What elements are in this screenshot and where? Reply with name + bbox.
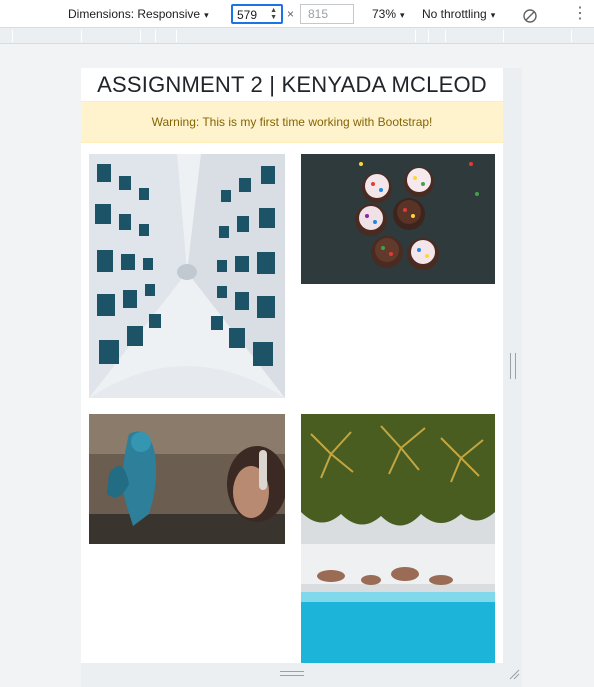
graffiti-photo — [89, 414, 285, 544]
beach-photo — [301, 414, 495, 663]
height-placeholder: 815 — [308, 7, 329, 21]
throttling-dropdown[interactable]: No throttling ▾ — [422, 0, 495, 28]
dimensions-caret-icon: ▾ — [204, 10, 209, 20]
warning-alert: Warning: This is my first time working w… — [81, 101, 503, 143]
height-input[interactable]: 815 — [300, 4, 354, 24]
media-query-ruler[interactable] — [0, 28, 594, 44]
width-value: 579 — [237, 8, 258, 22]
emulated-viewport: ASSIGNMENT 2 | KENYADA MCLEOD Warning: T… — [81, 68, 503, 663]
page-title: ASSIGNMENT 2 | KENYADA MCLEOD — [97, 72, 487, 97]
cupcakes-photo — [301, 154, 495, 284]
spinner-icon[interactable]: ▲ ▼ — [270, 7, 277, 21]
throttling-label: No throttling — [422, 7, 487, 21]
times-sign: × — [287, 7, 295, 21]
zoom-caret-icon: ▾ — [400, 10, 405, 20]
corner-resize-icon[interactable] — [508, 667, 520, 685]
dimensions-label: Dimensions: Responsive — [68, 7, 201, 21]
building-photo — [89, 154, 285, 398]
alert-text: Warning: This is my first time working w… — [151, 115, 433, 129]
more-options-icon[interactable]: ⋮ — [572, 0, 588, 28]
horizontal-resize-handle[interactable] — [280, 671, 304, 676]
device-toolbar: Dimensions: Responsive ▾ 579 ▲ ▼ × 815 73%… — [0, 0, 594, 28]
zoom-dropdown[interactable]: 73% ▾ — [372, 0, 405, 28]
width-input[interactable]: 579 ▲ ▼ — [231, 4, 283, 24]
dimensions-dropdown[interactable]: Dimensions: Responsive ▾ — [68, 0, 209, 28]
rotate-icon[interactable] — [522, 6, 538, 23]
throttling-caret-icon: ▾ — [490, 10, 496, 20]
vertical-resize-handle[interactable] — [510, 353, 516, 379]
zoom-label: 73% — [372, 7, 397, 21]
